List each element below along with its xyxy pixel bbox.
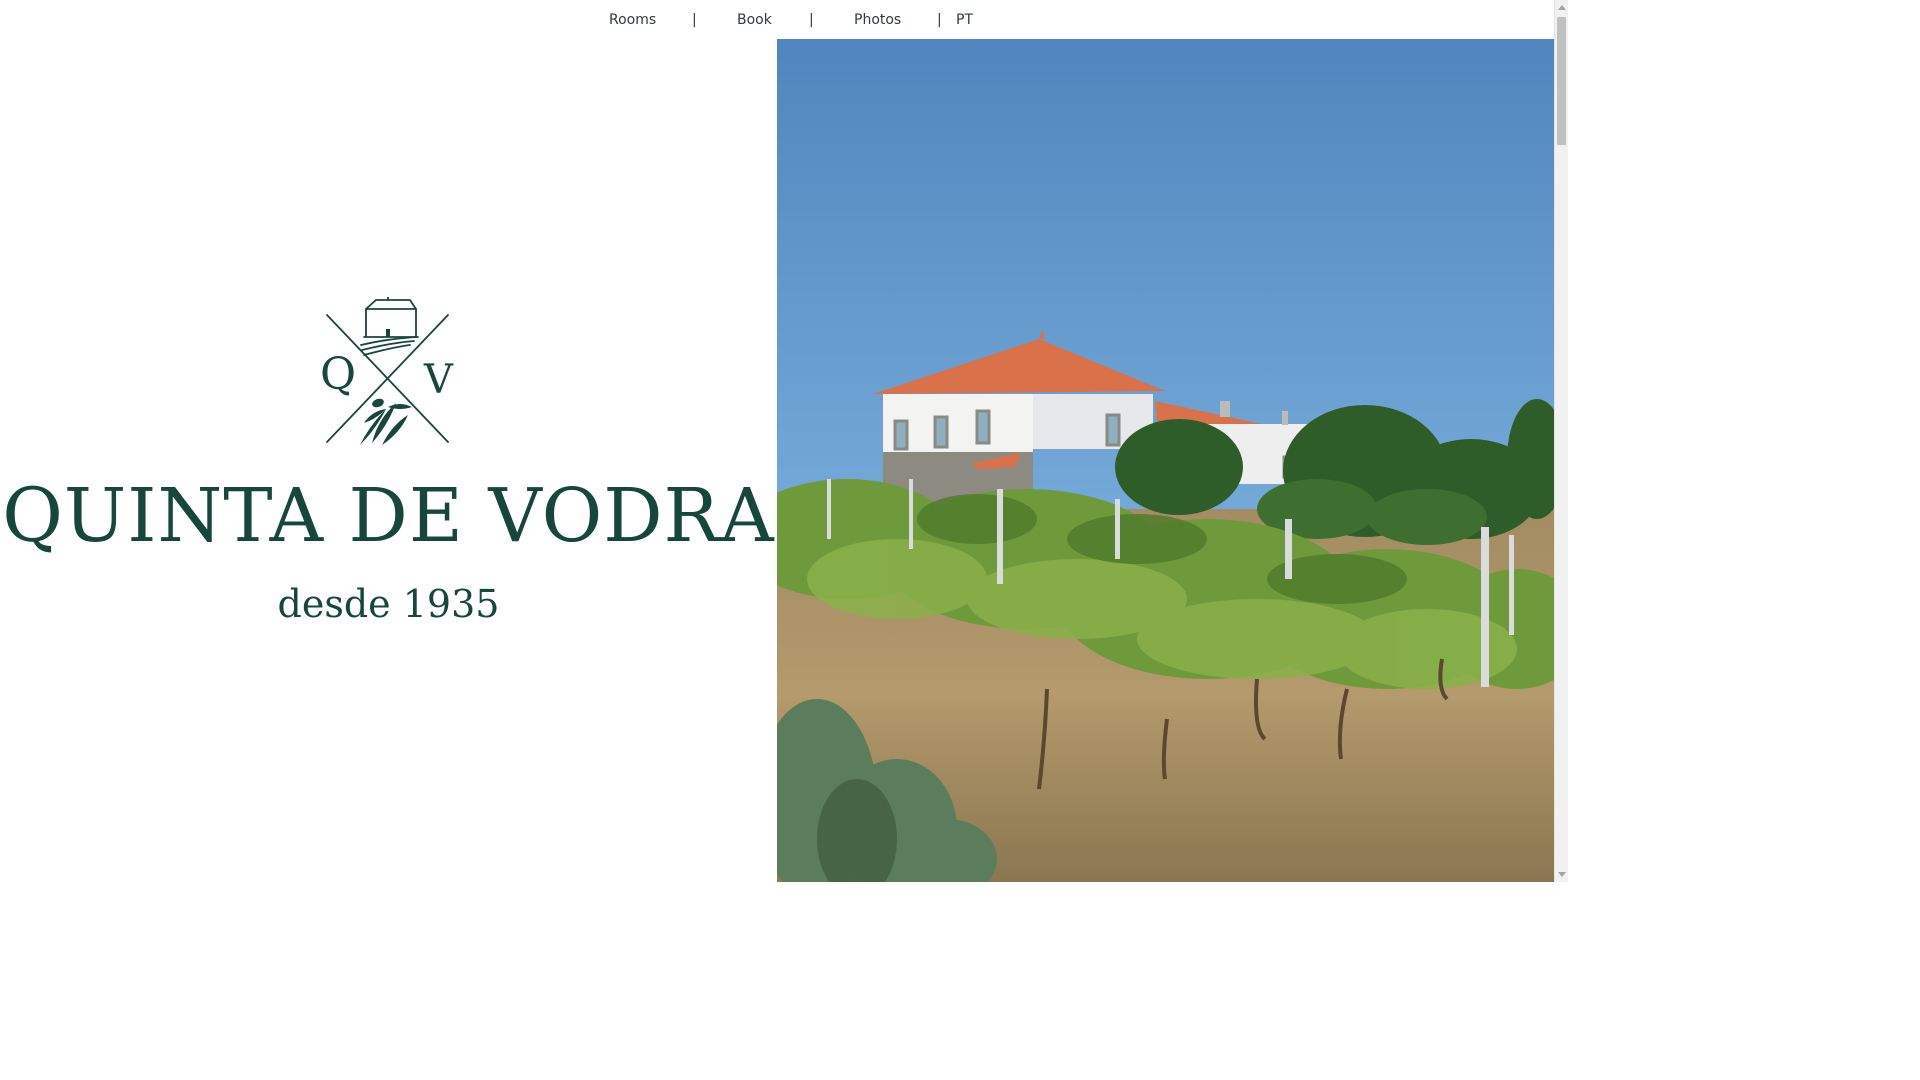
vineyard-farmhouse-photo-icon bbox=[777, 39, 1554, 882]
logo-letter-v: V bbox=[423, 357, 454, 403]
nav-book-link[interactable]: Book bbox=[737, 10, 772, 30]
brand-panel: Q V QUINTA DE VODRA desde 1935 bbox=[0, 39, 777, 882]
hero-photo bbox=[777, 39, 1554, 882]
scroll-up-icon[interactable] bbox=[1558, 5, 1566, 10]
top-nav: Rooms | Book | Photos | PT bbox=[0, 0, 1554, 39]
nav-separator: | bbox=[692, 12, 697, 28]
nav-separator: | bbox=[937, 12, 942, 28]
logo-letter-q: Q bbox=[320, 349, 356, 400]
page-scrollbar[interactable] bbox=[1554, 0, 1568, 882]
nav-separator: | bbox=[809, 12, 814, 28]
brand-subtitle: desde 1935 bbox=[277, 582, 500, 626]
scroll-down-icon[interactable] bbox=[1558, 872, 1566, 877]
quinta-logo-icon: Q V bbox=[320, 297, 454, 445]
nav-photos-link[interactable]: Photos bbox=[854, 10, 901, 30]
scroll-thumb[interactable] bbox=[1557, 17, 1566, 145]
brand-title: QUINTA DE VODRA bbox=[2, 473, 775, 559]
page: Rooms | Book | Photos | PT Q V QUINTA DE… bbox=[0, 0, 1568, 882]
nav-rooms-link[interactable]: Rooms bbox=[609, 10, 656, 30]
nav-language-pt-link[interactable]: PT bbox=[956, 10, 973, 30]
